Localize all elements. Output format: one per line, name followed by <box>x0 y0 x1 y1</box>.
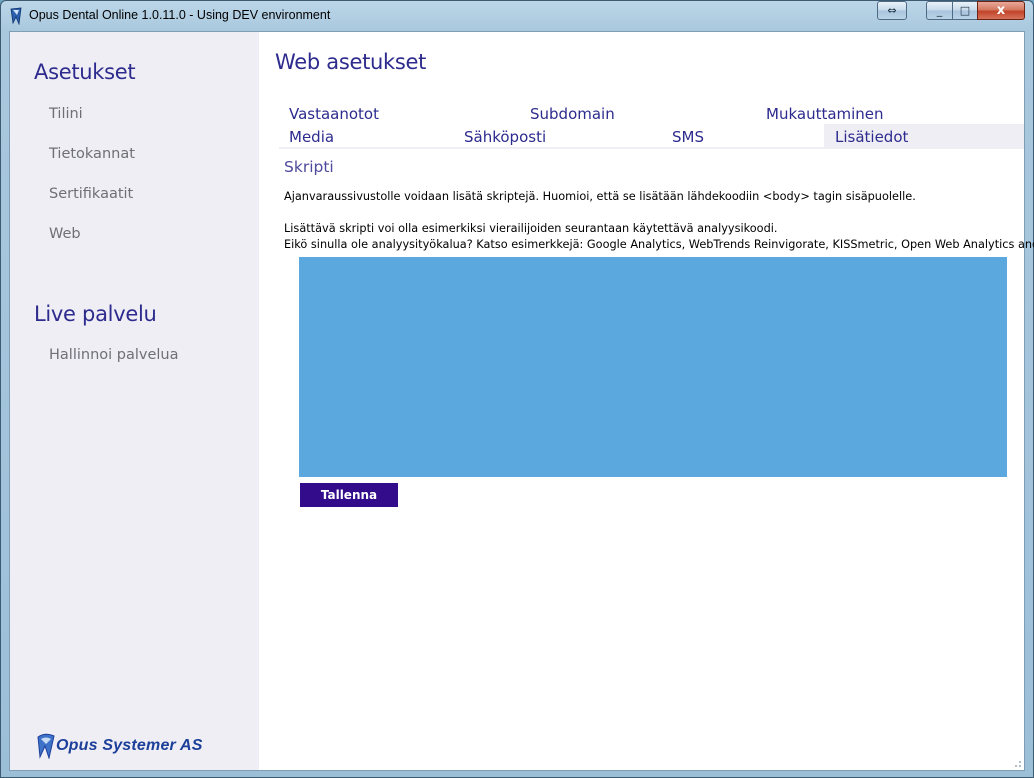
sidebar-item-web[interactable]: Web <box>49 226 81 242</box>
tab-mukauttaminen[interactable]: Mukauttaminen <box>766 105 884 123</box>
minimize-button[interactable]: _ <box>926 1 953 20</box>
maximize-button[interactable]: □ <box>952 1 978 20</box>
window-content: Asetukset Tilini Tietokannat Sertifikaat… <box>9 31 1034 771</box>
title-bar[interactable]: Opus Dental Online 1.0.11.0 - Using DEV … <box>1 1 1033 31</box>
main-panel: Web asetukset Vastaanotot Subdomain Muka… <box>259 32 1034 770</box>
tab-sms[interactable]: SMS <box>672 128 704 146</box>
script-input[interactable] <box>299 257 1007 477</box>
script-example-note: Lisättävä skripti voi olla esimerkiksi v… <box>284 222 778 235</box>
page-title: Web asetukset <box>275 50 427 74</box>
tab-strip-divider <box>279 147 1024 149</box>
tab-sahkoposti[interactable]: Sähköposti <box>464 128 546 146</box>
app-window: Opus Dental Online 1.0.11.0 - Using DEV … <box>0 0 1034 778</box>
settings-heading: Asetukset <box>34 60 136 84</box>
swap-window-button[interactable]: ⇔ <box>877 1 907 20</box>
close-button[interactable]: x <box>977 1 1025 20</box>
sidebar: Asetukset Tilini Tietokannat Sertifikaat… <box>10 32 259 770</box>
tab-subdomain[interactable]: Subdomain <box>530 105 615 123</box>
sidebar-item-tietokannat[interactable]: Tietokannat <box>49 146 135 162</box>
sidebar-item-manage-service[interactable]: Hallinnoi palvelua <box>49 347 179 363</box>
tab-vastaanotot[interactable]: Vastaanotot <box>289 105 379 123</box>
live-service-heading: Live palvelu <box>34 302 157 326</box>
minimize-icon: _ <box>936 4 943 17</box>
resize-grip-icon[interactable] <box>1012 758 1022 768</box>
window-title: Opus Dental Online 1.0.11.0 - Using DEV … <box>29 8 331 22</box>
brand-name: Opus Systemer AS <box>56 737 203 754</box>
tab-media[interactable]: Media <box>289 128 334 146</box>
app-tooth-icon <box>10 7 22 25</box>
sidebar-item-tilini[interactable]: Tilini <box>49 106 83 122</box>
close-icon: x <box>996 3 1006 18</box>
save-button[interactable]: Tallenna <box>300 483 398 507</box>
sidebar-item-sertifikaatit[interactable]: Sertifikaatit <box>49 186 133 202</box>
brand-logo: Opus Systemer AS <box>34 730 203 762</box>
analytics-examples-note: Eikö sinulla ole analyysityökalua? Katso… <box>284 238 1034 251</box>
tab-lisatiedot[interactable]: Lisätiedot <box>835 128 908 146</box>
script-description: Ajanvaraussivustolle voidaan lisätä skri… <box>284 190 916 203</box>
maximize-icon: □ <box>959 4 971 17</box>
section-title-script: Skripti <box>284 158 334 176</box>
swap-icon: ⇔ <box>887 4 897 17</box>
opus-logo-icon <box>37 733 55 759</box>
